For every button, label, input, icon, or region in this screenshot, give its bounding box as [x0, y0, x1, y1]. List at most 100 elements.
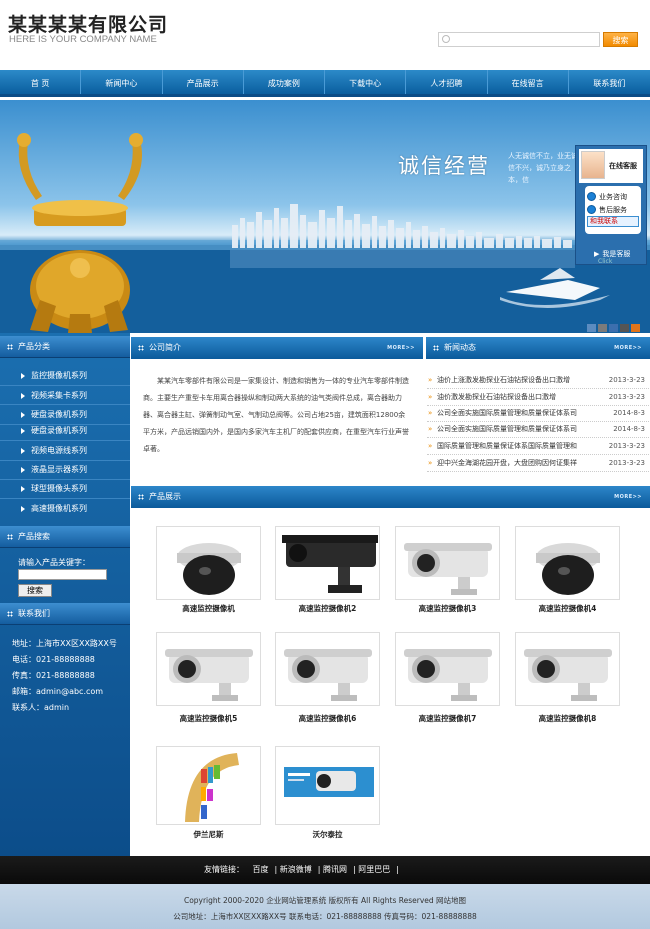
triangle-right-icon: [21, 373, 25, 379]
dots-icon: [7, 534, 13, 540]
friend-link[interactable]: 阿里巴巴: [358, 865, 390, 874]
header-search-button[interactable]: 搜索: [603, 32, 638, 47]
product-name[interactable]: 高速监控摄像机2: [275, 603, 380, 614]
product-image[interactable]: [275, 746, 380, 825]
keyword-label: 请输入产品关键字：: [18, 558, 90, 567]
service-contact-me[interactable]: 和我联系: [587, 216, 639, 227]
category-item[interactable]: 视频电源线系列: [0, 441, 130, 461]
nav-item-jobs[interactable]: 人才招聘: [406, 70, 488, 94]
friend-link[interactable]: 新浪微博: [280, 865, 312, 874]
bookshelf-image: [185, 753, 239, 822]
nav-item-message[interactable]: 在线留言: [488, 70, 569, 94]
nav-item-news[interactable]: 新闻中心: [81, 70, 163, 94]
product-name[interactable]: 高速监控摄像机3: [395, 603, 500, 614]
product-name[interactable]: 高速监控摄像机: [156, 603, 261, 614]
news-more-link[interactable]: MORE>>: [614, 337, 642, 359]
nav-item-contact[interactable]: 联系我们: [569, 70, 650, 94]
dome-camera-image: [536, 543, 600, 595]
product-image[interactable]: [515, 526, 620, 600]
category-item[interactable]: 监控摄像机系列: [0, 366, 130, 386]
company-more-link[interactable]: MORE>>: [387, 337, 415, 359]
category-item[interactable]: 液晶显示器系列: [0, 460, 130, 480]
news-item[interactable]: » 迎中兴金海湖花园开盘，大盘团购因何证集祥 2013-3-23: [427, 455, 649, 472]
banner-subtitle: 人无诚信不立，业无诚信不兴，诚乃立身之本，信: [508, 152, 578, 184]
product-image[interactable]: [275, 632, 380, 706]
bullet-camera-image: [284, 649, 372, 701]
triangle-right-icon: [21, 506, 25, 512]
dome-camera-image: [177, 543, 241, 595]
product-image[interactable]: [275, 526, 380, 600]
products-more-link[interactable]: MORE>>: [614, 486, 642, 508]
product-name[interactable]: 沃尔泰拉: [275, 829, 380, 840]
banner-illustration: [0, 133, 650, 333]
category-item[interactable]: 硬盘录像机系列: [0, 421, 130, 441]
contact-fax: 传真：021-88888888: [12, 671, 95, 680]
service-avatar: [581, 151, 605, 179]
qq-icon: [587, 192, 596, 201]
company-slogan: HERE IS YOUR COMPANY NAME: [9, 34, 157, 45]
category-item[interactable]: 高速摄像机系列: [0, 499, 130, 519]
contact-email: 邮箱：admin@abc.com: [12, 687, 104, 696]
triangle-right-icon: [21, 467, 25, 473]
product-name[interactable]: 高速监控摄像机8: [515, 713, 620, 724]
friend-links-label: 友情链接：: [204, 865, 244, 874]
news-item[interactable]: » 油价上涨激发勘探业石油钻探设备出口激增 2013-3-23: [427, 372, 649, 389]
news-item[interactable]: » 国际质量管理和质量保证体系国际质量管理和 2013-3-23: [427, 438, 649, 455]
triangle-right-icon: [21, 448, 25, 454]
product-name[interactable]: 高速监控摄像机7: [395, 713, 500, 724]
nav-item-products[interactable]: 产品展示: [163, 70, 244, 94]
product-name[interactable]: 高速监控摄像机6: [275, 713, 380, 724]
arrow-right-icon: ▶: [594, 250, 600, 258]
nav-item-home[interactable]: 首 页: [0, 70, 82, 94]
product-image[interactable]: [156, 632, 261, 706]
service-consult[interactable]: 业务咨询: [587, 190, 639, 203]
nav-item-cases[interactable]: 成功案例: [244, 70, 325, 94]
product-name[interactable]: 高速监控摄像机5: [156, 713, 261, 724]
product-name[interactable]: 高速监控摄像机4: [515, 603, 620, 614]
triangle-right-icon: [21, 392, 25, 399]
news-item[interactable]: » 公司全面实施国际质量管理和质量保证体系司 2014-8-3: [427, 421, 649, 438]
contact-person: 联系人：admin: [12, 703, 70, 712]
company-header: 公司简介 MORE>>: [131, 337, 423, 359]
dots-icon: [138, 345, 144, 351]
search-icon: [442, 35, 450, 43]
categories-header: 产品分类: [0, 336, 130, 358]
dots-icon: [7, 611, 13, 617]
bullet-camera-image: [404, 543, 492, 595]
service-close-en: Click: [598, 258, 613, 265]
product-image[interactable]: [395, 632, 500, 706]
company-name: 某某某某有限公司: [8, 14, 169, 36]
product-name[interactable]: 伊兰尼斯: [156, 829, 261, 840]
header-search-input[interactable]: [438, 32, 600, 47]
news-item[interactable]: » 公司全面实施国际质量管理和质量保证体系司 2014-8-3: [427, 405, 649, 422]
service-aftersale[interactable]: 售后服务: [587, 203, 639, 216]
bullet-camera-image: [524, 649, 612, 701]
online-service-widget: 在线客服 业务咨询 售后服务 和我联系 ▶ 我是客服 Click: [575, 145, 647, 265]
keyword-input[interactable]: [18, 569, 107, 580]
product-image[interactable]: [156, 526, 261, 600]
product-image[interactable]: [515, 632, 620, 706]
copyright-text: Copyright 2000-2020 企业网站管理系统 版权所有 All Ri…: [183, 896, 467, 905]
product-image[interactable]: [395, 526, 500, 600]
news-item[interactable]: » 油价激发勘探业石油钻探设备出口激增 2013-3-23: [427, 389, 649, 406]
hero-banner: 诚信经营 人无诚信不立，业无诚信不兴，诚乃立身之本，信: [0, 100, 650, 333]
triangle-right-icon: [21, 412, 25, 418]
category-item[interactable]: 球型摄像头系列: [0, 479, 130, 499]
nav-item-downloads[interactable]: 下载中心: [325, 70, 407, 94]
service-title: 在线客服: [609, 162, 637, 170]
category-item[interactable]: 视频采集卡系列: [0, 386, 130, 405]
product-search-header: 产品搜索: [0, 526, 130, 548]
friend-link[interactable]: 百度: [253, 865, 269, 874]
friend-links-bar: 友情链接： 百度 | 新浪微博 | 腾讯网 | 阿里巴巴 |: [0, 856, 650, 884]
qq-icon: [587, 205, 596, 214]
bullet-camera-image: [282, 535, 378, 593]
main-nav: 首 页 新闻中心 产品展示 成功案例 下载中心 人才招聘 在线留言 联系我们: [0, 70, 650, 97]
dots-icon: [7, 344, 13, 350]
friend-link[interactable]: 腾讯网: [323, 865, 347, 874]
news-header: 新闻动态 MORE>>: [426, 337, 650, 359]
footer: Copyright 2000-2020 企业网站管理系统 版权所有 All Ri…: [0, 884, 650, 929]
product-image[interactable]: [156, 746, 261, 825]
keyword-search-button[interactable]: 搜索: [18, 584, 52, 597]
bullet-camera-image: [404, 649, 492, 701]
footer-address: 公司地址：上海市XX区XX路XX号 联系电话：021-88888888 传真号码…: [173, 912, 477, 921]
